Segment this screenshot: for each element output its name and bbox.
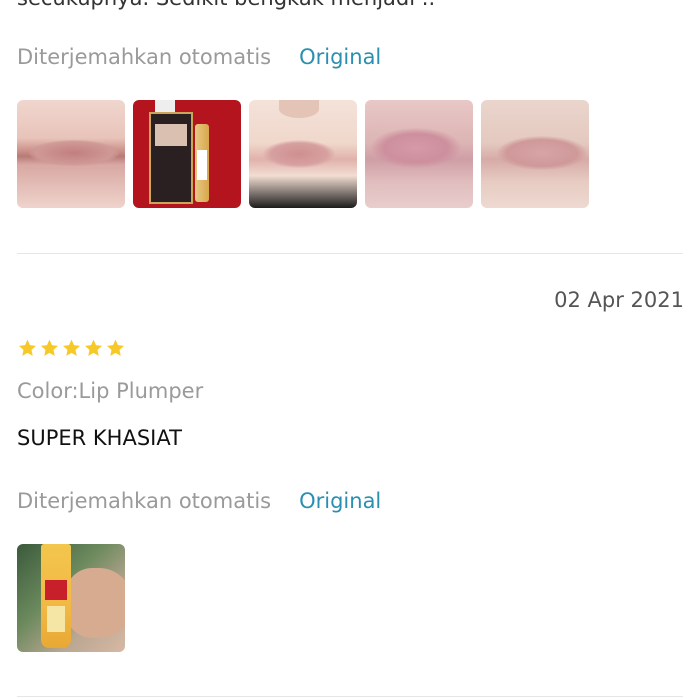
product-box bbox=[149, 112, 193, 204]
review-photo[interactable] bbox=[365, 100, 473, 208]
review-photo[interactable] bbox=[17, 100, 125, 208]
hand-shape bbox=[65, 568, 125, 638]
product-tube bbox=[195, 124, 209, 202]
divider bbox=[17, 696, 683, 697]
auto-translated-label: Diterjemahkan otomatis bbox=[17, 489, 272, 513]
review-photos bbox=[17, 100, 589, 208]
product-tube bbox=[41, 544, 71, 648]
star-icon bbox=[85, 339, 102, 356]
review-date: 02 Apr 2021 bbox=[554, 288, 684, 312]
review-photo[interactable] bbox=[133, 100, 241, 208]
star-rating bbox=[17, 338, 126, 358]
previous-review-text: secukupnya. Sedikit bengkak menjadi .. bbox=[17, 0, 435, 10]
review-photo[interactable] bbox=[249, 100, 357, 208]
review-photos bbox=[17, 544, 125, 652]
star-icon bbox=[63, 339, 80, 356]
original-link[interactable]: Original bbox=[299, 45, 381, 69]
review-photo[interactable] bbox=[481, 100, 589, 208]
translation-row: Diterjemahkan otomatis Original bbox=[17, 45, 381, 69]
review-body: SUPER KHASIAT bbox=[17, 426, 182, 450]
auto-translated-label: Diterjemahkan otomatis bbox=[17, 45, 272, 69]
star-icon bbox=[107, 339, 124, 356]
divider bbox=[17, 253, 683, 254]
star-icon bbox=[19, 339, 36, 356]
star-icon bbox=[41, 339, 58, 356]
product-variant: Color:Lip Plumper bbox=[17, 379, 204, 403]
translation-row: Diterjemahkan otomatis Original bbox=[17, 489, 381, 513]
review-photo[interactable] bbox=[17, 544, 125, 652]
original-link[interactable]: Original bbox=[299, 489, 381, 513]
